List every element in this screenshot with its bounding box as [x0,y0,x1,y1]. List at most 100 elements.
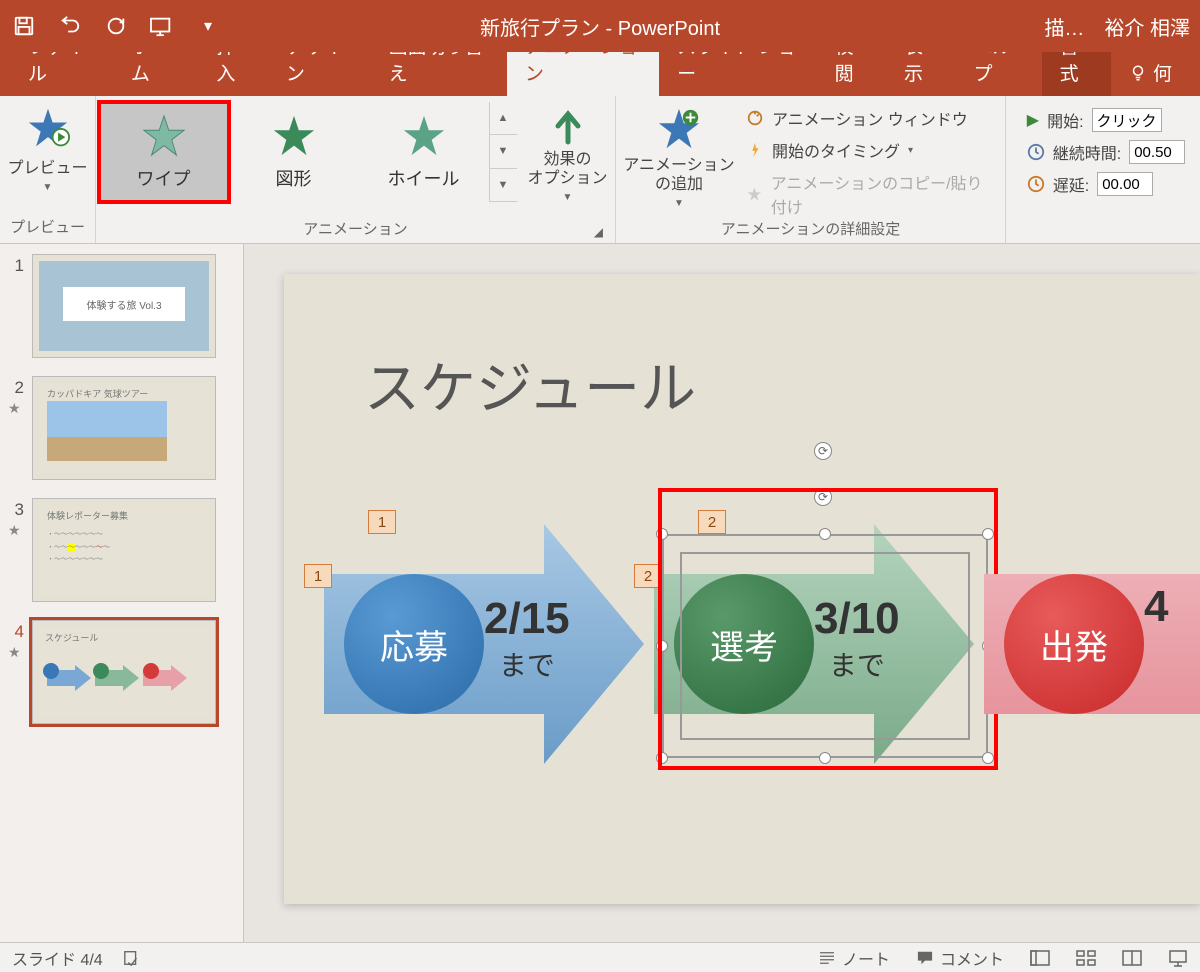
play-icon: ▶ [1027,110,1039,130]
tell-me-label: 何 [1153,59,1172,86]
slide-stage[interactable]: スケジュール 応募 2/15 まで 1 1 選考 3/10 まで [244,244,1200,942]
gallery-label: 図形 [276,165,312,191]
reading-view-icon[interactable] [1122,950,1142,966]
quick-access-toolbar: ▾ [10,12,222,40]
start-input[interactable] [1092,108,1162,132]
group-animation: ワイプ 図形 ホイール ▲ ▼ ▼ 効果の オプション [96,96,616,243]
delay-input[interactable] [1097,172,1153,196]
slideshow-view-icon[interactable] [1168,949,1188,967]
slide-position: スライド 4/4 [12,946,103,970]
start-row: ▶ 開始: [1027,108,1185,132]
tell-me[interactable]: 何 [1111,49,1190,96]
comments-icon [916,950,934,966]
star-icon [401,113,447,159]
start-label: 開始: [1047,108,1083,132]
animation-painter-button: アニメーションのコピー/貼り付け [746,170,997,218]
duration-label: 継続時間: [1053,140,1121,164]
delay-icon [1027,175,1045,193]
gallery-item-wipe[interactable]: ワイプ [99,102,229,202]
trigger-button[interactable]: 開始のタイミング ▾ [746,138,997,162]
animation-indicator-icon: ★ [8,400,24,417]
user-name[interactable]: 裕介 相澤 [1104,12,1190,41]
circle-1[interactable]: 応募 [344,574,484,714]
date-1[interactable]: 2/15 まで [484,594,570,684]
anim-tag-1b[interactable]: 1 [304,564,332,588]
preview-label: プレビュー [8,154,88,178]
ribbon-tabs: ファイル ホーム 挿入 デザイン 画面切り替え アニメーション スライド ショー… [0,52,1200,96]
preview-button[interactable]: プレビュー ▼ [8,102,88,193]
delay-row: 遅延: [1027,172,1185,196]
thumb-number: 3 [8,498,24,520]
notes-icon [818,951,836,965]
gallery-item-shape[interactable]: 図形 [229,102,359,202]
painter-icon [746,185,763,203]
gallery-scroll: ▲ ▼ ▼ [489,102,517,202]
thumb-number: 2 [8,376,24,398]
gallery-label: ホイール [388,165,460,191]
title-bar: ▾ 新旅行プラン - PowerPoint 描… 裕介 相澤 [0,0,1200,52]
group-label-preview: プレビュー [10,216,85,241]
group-preview: プレビュー ▼ プレビュー [0,96,96,243]
slide-canvas[interactable]: スケジュール 応募 2/15 まで 1 1 選考 3/10 まで [284,274,1200,904]
thumb-preview: カッパドキア 気球ツアー [32,376,216,480]
pane-label: アニメーション ウィンドウ [772,106,968,130]
effect-options-label: 効果の オプション [527,150,607,188]
thumb-number: 1 [8,254,24,276]
group-label-animation: アニメーション [303,218,407,243]
clock-icon [1027,143,1045,161]
animation-indicator-icon: ★ [8,522,24,539]
thumb-title: カッパドキア 気球ツアー [47,387,148,400]
gallery-more-icon[interactable]: ▼ [490,169,517,202]
gallery-down-icon[interactable]: ▼ [490,135,517,168]
thumb-preview: 体験する旅 Vol.3 [32,254,216,358]
duration-row: 継続時間: [1027,140,1185,164]
pane-icon [746,109,764,127]
thumb-title: 体験レポーター募集 [47,509,128,522]
star-icon [271,113,317,159]
date-3[interactable]: 4 [1144,582,1168,632]
duration-input[interactable] [1129,140,1185,164]
bulb-icon [1129,64,1147,82]
comments-label: コメント [940,946,1004,970]
notes-label: ノート [842,946,890,970]
qat-more-icon[interactable]: ▾ [194,12,222,40]
document-title: 新旅行プラン - PowerPoint [480,12,720,41]
painter-label: アニメーションのコピー/貼り付け [771,170,997,218]
save-icon[interactable] [10,12,38,40]
comments-button[interactable]: コメント [916,946,1004,970]
delay-label: 遅延: [1053,172,1089,196]
animation-indicator-icon: ★ [8,644,24,661]
animation-pane-button[interactable]: アニメーション ウィンドウ [746,106,997,130]
circle-3[interactable]: 出発 [1004,574,1144,714]
spellcheck-icon[interactable] [123,949,141,967]
from-beginning-icon[interactable] [148,12,176,40]
add-star-icon [656,106,702,152]
dialog-launcher-icon[interactable]: ◢ [594,225,603,239]
group-advanced: アニメーション の追加 ▼ アニメーション ウィンドウ 開始のタイミング ▾ ア… [616,96,1006,243]
thumb-3[interactable]: 3★ 体験レポーター募集 ・～～～～～～～・～～～～～～～～・～～～～～～～ [8,498,235,602]
add-animation-label: アニメーション の追加 [623,156,734,194]
normal-view-icon[interactable] [1030,950,1050,966]
gallery-up-icon[interactable]: ▲ [490,102,517,135]
thumb-1[interactable]: 1 体験する旅 Vol.3 [8,254,235,358]
thumb-number: 4 [8,620,24,642]
preview-star-icon [26,106,70,150]
effect-options-button[interactable]: 効果の オプション ▼ [523,102,613,203]
redo-icon[interactable] [102,12,130,40]
draw-tab-truncated[interactable]: 描… [1044,12,1084,41]
undo-icon[interactable] [56,12,84,40]
sorter-view-icon[interactable] [1076,950,1096,966]
slide-title[interactable]: スケジュール [364,344,696,425]
add-animation-button[interactable]: アニメーション の追加 ▼ [624,102,734,209]
gallery-item-wheel[interactable]: ホイール [359,102,489,202]
gallery-label: ワイプ [137,165,191,191]
animation-gallery: ワイプ 図形 ホイール ▲ ▼ ▼ [99,102,517,202]
anim-tag-1a[interactable]: 1 [368,510,396,534]
advanced-list: アニメーション ウィンドウ 開始のタイミング ▾ アニメーションのコピー/貼り付… [740,102,997,218]
thumb-4[interactable]: 4★ スケジュール [8,620,235,724]
thumb-2[interactable]: 2 ★ カッパドキア 気球ツアー [8,376,235,480]
status-bar: スライド 4/4 ノート コメント [0,942,1200,972]
date-top: 2/15 [484,594,570,644]
notes-button[interactable]: ノート [818,946,890,970]
rotate-handle-icon[interactable]: ⟳ [814,442,832,460]
